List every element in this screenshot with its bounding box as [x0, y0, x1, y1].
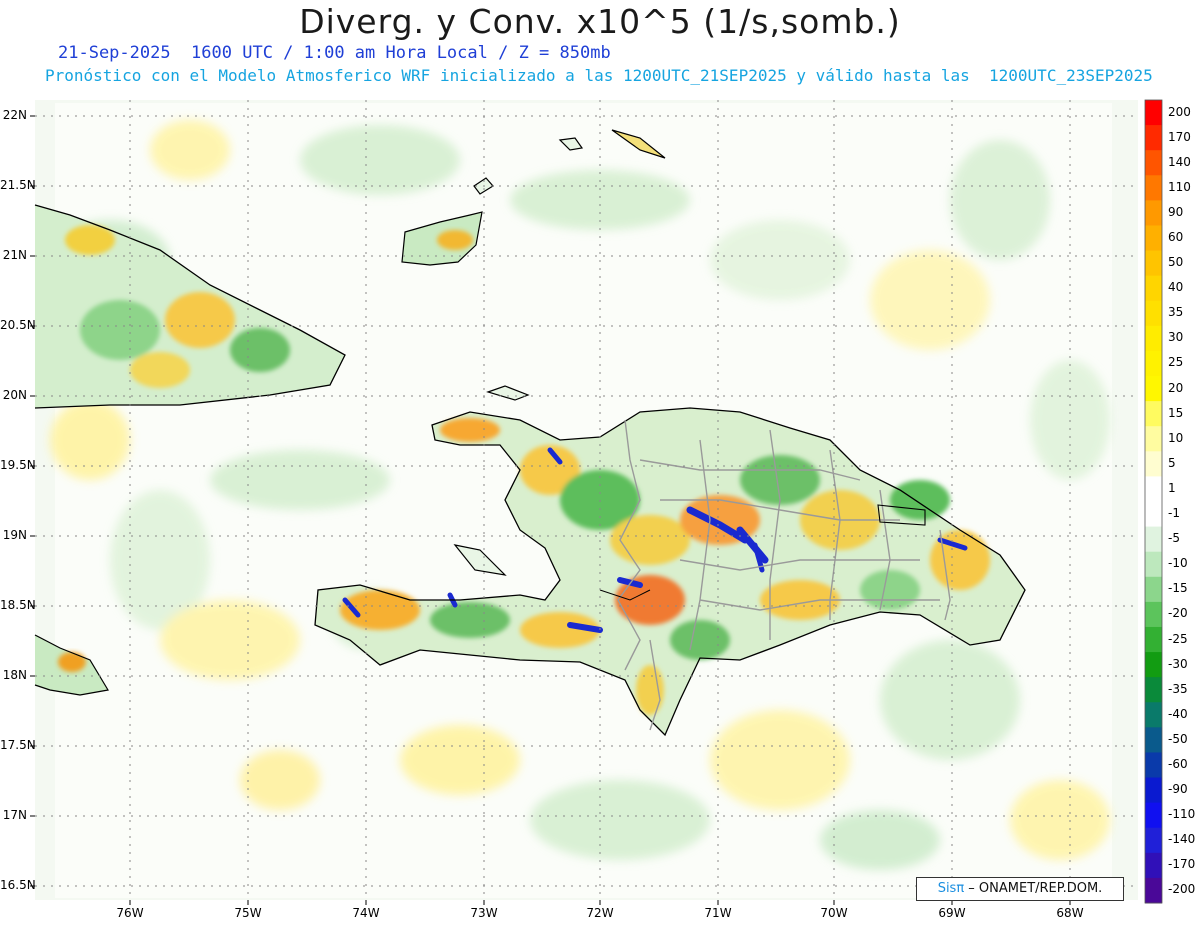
- colorbar-label: -5: [1168, 531, 1180, 546]
- colorbar-label: 15: [1168, 405, 1184, 420]
- colorbar-label: 30: [1168, 330, 1184, 345]
- colorbar-swatch: [1145, 100, 1162, 126]
- colorbar-label: -25: [1168, 631, 1188, 646]
- colorbar-swatch: [1145, 702, 1162, 728]
- colorbar-label: 60: [1168, 230, 1184, 245]
- colorbar-label: 40: [1168, 280, 1184, 295]
- colorbar-label: -30: [1168, 656, 1188, 671]
- colorbar-swatch: [1145, 451, 1162, 477]
- colorbar-swatch: [1145, 501, 1162, 528]
- colorbar-label: -90: [1168, 782, 1188, 797]
- colorbar-label: 110: [1168, 179, 1191, 194]
- colorbar-swatch: [1145, 401, 1162, 427]
- colorbar-label: 170: [1168, 129, 1191, 144]
- colorbar-swatch: [1145, 852, 1162, 879]
- lat-label: 18.5N: [0, 598, 36, 612]
- colorbar-swatch: [1145, 175, 1162, 201]
- colorbar-swatch: [1145, 275, 1162, 302]
- lon-label: 72W: [586, 906, 614, 920]
- lat-label: 16.5N: [0, 878, 36, 892]
- lat-label: 17.5N: [0, 738, 36, 752]
- colorbar-swatch: [1145, 150, 1162, 176]
- colorbar-label: 1: [1168, 480, 1176, 495]
- colorbar-label: 90: [1168, 204, 1184, 219]
- lon-label: 75W: [234, 906, 262, 920]
- colorbar-swatch: [1145, 652, 1162, 678]
- lon-label: 74W: [352, 906, 380, 920]
- lat-label: 20N: [2, 388, 27, 402]
- colorbar-label: -1: [1168, 506, 1180, 521]
- lon-label: 71W: [704, 906, 732, 920]
- lon-label: 73W: [470, 906, 498, 920]
- colorbar-swatch: [1145, 551, 1162, 578]
- colorbar-label: 200: [1168, 104, 1191, 119]
- colorbar-label: 25: [1168, 355, 1184, 370]
- colorbar-label: -10: [1168, 556, 1188, 571]
- lat-label: 21.5N: [0, 178, 36, 192]
- credit-box: Sisπ – ONAMET/REP.DOM.: [916, 877, 1124, 901]
- colorbar-label: 10: [1168, 430, 1184, 445]
- lat-label: 17N: [2, 808, 27, 822]
- credit-org: – ONAMET/REP.DOM.: [964, 881, 1103, 896]
- colorbar-swatch: [1145, 250, 1162, 277]
- lon-label: 70W: [820, 906, 848, 920]
- lat-label: 19.5N: [0, 458, 36, 472]
- map-title: Diverg. y Conv. x10^5 (1/s,somb.): [299, 2, 901, 41]
- colorbar-swatch: [1145, 325, 1162, 352]
- colorbar-swatch: [1145, 802, 1162, 829]
- lat-label: 19N: [2, 528, 27, 542]
- colorbar-label: -200: [1168, 882, 1196, 897]
- lat-label: 20.5N: [0, 318, 36, 332]
- colorbar-swatch: [1145, 827, 1162, 854]
- colorbar-swatch: [1145, 601, 1162, 628]
- colorbar-swatch: [1145, 626, 1162, 653]
- colorbar-swatch: [1145, 777, 1162, 804]
- colorbar-swatch: [1145, 476, 1162, 502]
- colorbar-label: -15: [1168, 581, 1188, 596]
- colorbar-label: -40: [1168, 706, 1188, 721]
- lon-label: 76W: [116, 906, 144, 920]
- colorbar-label: -35: [1168, 681, 1188, 696]
- divergence-map: [30, 99, 1163, 905]
- lat-label: 22N: [2, 108, 27, 122]
- colorbar-label: 140: [1168, 154, 1191, 169]
- colorbar-swatch: [1145, 752, 1162, 779]
- colorbar-swatch: [1145, 727, 1162, 753]
- valid-time-line: 21-Sep-2025 1600 UTC / 1:00 am Hora Loca…: [58, 43, 611, 63]
- colorbar-label: -20: [1168, 606, 1188, 621]
- model-info-line: Pronóstico con el Modelo Atmosferico WRF…: [45, 66, 1153, 85]
- colorbar-swatch: [1145, 677, 1162, 703]
- colorbar-swatch: [1145, 300, 1162, 327]
- colorbar-label: -110: [1168, 807, 1196, 822]
- colorbar-swatch: [1145, 376, 1162, 402]
- colorbar-label: -170: [1168, 857, 1196, 872]
- colorbar-label: 35: [1168, 305, 1184, 320]
- colorbar-label: -140: [1168, 832, 1196, 847]
- colorbar-swatch: [1145, 225, 1162, 252]
- colorbar-swatch: [1145, 125, 1162, 151]
- colorbar: [1144, 99, 1163, 904]
- colorbar-label: -50: [1168, 731, 1188, 746]
- lat-label: 21N: [2, 248, 27, 262]
- colorbar-label: 50: [1168, 255, 1184, 270]
- colorbar-swatch: [1145, 200, 1162, 226]
- colorbar-swatch: [1145, 350, 1162, 377]
- colorbar-swatch: [1145, 576, 1162, 603]
- colorbar-label: -60: [1168, 756, 1188, 771]
- colorbar-swatch: [1145, 426, 1162, 452]
- colorbar-label: 20: [1168, 380, 1184, 395]
- lon-label: 68W: [1056, 906, 1084, 920]
- sispi-logo: Sisπ: [937, 881, 965, 896]
- lat-label: 18N: [2, 668, 27, 682]
- colorbar-label: 5: [1168, 455, 1176, 470]
- lon-label: 69W: [938, 906, 966, 920]
- colorbar-swatch: [1145, 877, 1162, 904]
- colorbar-swatch: [1145, 526, 1162, 553]
